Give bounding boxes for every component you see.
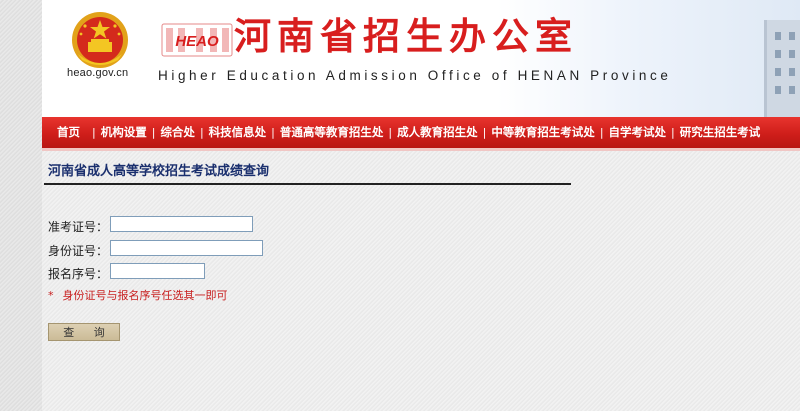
- nav-item-adult-education[interactable]: 成人教育招生处: [392, 117, 483, 148]
- site-title-cn: 河南省招生办公室: [234, 14, 578, 58]
- exam-number-input[interactable]: [110, 216, 253, 232]
- heao-logo-icon: HEAO: [161, 23, 233, 57]
- page-title: 河南省成人高等学校招生考试成绩查询: [48, 164, 270, 179]
- registration-number-input[interactable]: [110, 263, 205, 279]
- query-button[interactable]: 查 询: [48, 323, 120, 341]
- site-header: heao.gov.cn HEAO 河南省招生办公室 Higher Educati…: [42, 0, 800, 117]
- page: heao.gov.cn HEAO 河南省招生办公室 Higher Educati…: [0, 0, 800, 411]
- registration-number-label: 报名序号：: [48, 267, 109, 281]
- exam-number-label: 准考证号：: [48, 220, 109, 234]
- building-image: [764, 20, 800, 117]
- form-hint-text: 身份证号与报名序号任选其一即可: [62, 289, 228, 302]
- left-margin: [0, 0, 42, 411]
- required-asterisk: *: [48, 289, 54, 302]
- title-divider: [44, 183, 571, 185]
- id-number-label: 身份证号：: [48, 244, 109, 258]
- site-title-en: Higher Education Admission Office of HEN…: [158, 68, 672, 83]
- nav-item-tech-info[interactable]: 科技信息处: [204, 117, 272, 148]
- nav-item-general-affairs[interactable]: 综合处: [155, 117, 200, 148]
- logo-text: HEAO: [175, 33, 219, 50]
- nav-item-self-study-exam[interactable]: 自学考试处: [604, 117, 672, 148]
- nav-item-higher-education[interactable]: 普通高等教育招生处: [275, 117, 389, 148]
- id-number-input[interactable]: [110, 240, 263, 256]
- national-emblem-icon: [72, 12, 128, 68]
- site-domain: heao.gov.cn: [67, 67, 129, 79]
- nav-item-home[interactable]: 首页: [42, 117, 92, 148]
- nav-item-organization[interactable]: 机构设置: [96, 117, 152, 148]
- main-nav: 首页 | 机构设置 | 综合处 | 科技信息处 | 普通高等教育招生处 | 成人…: [42, 117, 800, 148]
- nav-item-graduate-exam[interactable]: 研究生招生考试: [675, 117, 766, 148]
- form-hint: * 身份证号与报名序号任选其一即可: [48, 287, 228, 303]
- nav-divider: [42, 148, 800, 151]
- nav-item-secondary-education[interactable]: 中等教育招生考试处: [486, 117, 600, 148]
